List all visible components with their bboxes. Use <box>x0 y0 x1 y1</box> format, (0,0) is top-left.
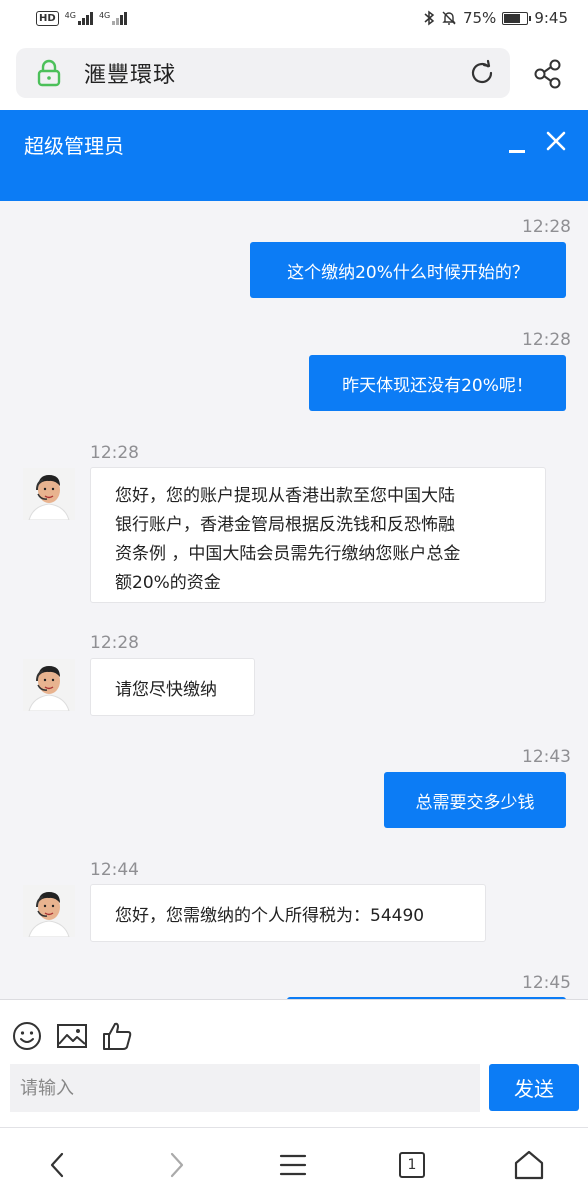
message-bubble-incoming[interactable]: 您好，您需缴纳的个人所得税为：54490 <box>90 884 486 942</box>
clock: 9:45 <box>534 9 568 27</box>
minimize-icon[interactable] <box>507 140 527 164</box>
battery-icon <box>502 11 532 25</box>
network-type-2: 4G <box>98 10 111 20</box>
status-bar: HD 4G 4G 75% 9:45 <box>0 0 588 36</box>
message-line: 额20%的资金 <box>115 573 221 593</box>
thumbs-up-icon[interactable] <box>101 1020 133 1052</box>
network-type-1: 4G <box>64 10 76 20</box>
message-bubble-outgoing[interactable]: 这个缴纳20%什么时候开始的？ <box>250 242 566 298</box>
hd-badge: HD <box>36 10 59 26</box>
mute-bell-icon <box>442 11 456 25</box>
image-icon[interactable] <box>56 1020 88 1052</box>
tabs-button[interactable]: 1 <box>395 1148 429 1182</box>
tab-count: 1 <box>399 1152 425 1178</box>
chat-title: 超级管理员 <box>24 134 124 158</box>
agent-avatar <box>23 659 75 711</box>
site-title: 滙豐環球 <box>84 63 177 88</box>
chat-header: 超级管理员 <box>0 110 588 201</box>
forward-icon[interactable] <box>158 1148 192 1182</box>
avatar-image <box>23 659 75 711</box>
message-bubble-incoming[interactable]: 您好，您的账户提现从香港出款至您中国大陆 银行账户，香港金管局根据反洗钱和反恐怖… <box>90 467 546 603</box>
message-time: 12:28 <box>90 443 139 463</box>
bluetooth-icon <box>424 10 435 26</box>
menu-icon[interactable] <box>276 1148 310 1182</box>
message-time: 12:28 <box>522 217 571 237</box>
share-icon[interactable] <box>532 58 564 90</box>
reload-icon[interactable] <box>468 59 496 87</box>
message-line: 资条例 ，中国大陆会员需先行缴纳您账户总金 <box>115 544 461 564</box>
battery-fill <box>504 13 521 23</box>
battery-percent: 75% <box>462 9 497 27</box>
message-line: 您好，您的账户提现从香港出款至您中国大陆 <box>115 486 455 506</box>
browser-navigation-bar: 1 <box>0 1127 588 1200</box>
close-icon[interactable] <box>545 130 567 152</box>
status-left: HD 4G 4G <box>36 10 128 26</box>
emoji-icon[interactable] <box>11 1020 43 1052</box>
signal-icon-2: 4G <box>98 10 128 25</box>
message-bubble-outgoing[interactable]: 总需要交多少钱 <box>384 772 566 828</box>
lock-icon <box>37 59 61 87</box>
browser-toolbar: 滙豐環球 <box>0 36 588 110</box>
signal-icon: 4G <box>64 10 93 25</box>
composer: 发送 <box>0 999 588 1127</box>
back-icon[interactable] <box>42 1148 76 1182</box>
avatar-image <box>23 468 75 520</box>
message-input[interactable] <box>10 1064 480 1112</box>
send-button[interactable]: 发送 <box>489 1064 579 1111</box>
address-bar[interactable]: 滙豐環球 <box>16 48 510 98</box>
message-time: 12:44 <box>90 860 139 880</box>
status-right: 75% 9:45 <box>423 9 568 27</box>
agent-avatar <box>23 468 75 520</box>
message-time: 12:28 <box>90 633 139 653</box>
message-time: 12:28 <box>522 330 571 350</box>
message-line: 银行账户，香港金管局根据反洗钱和反恐怖融 <box>115 515 455 535</box>
message-time: 12:45 <box>522 973 571 993</box>
chat-messages[interactable]: 12:28 这个缴纳20%什么时候开始的？ 12:28 昨天体现还没有20%呢！… <box>0 201 588 999</box>
message-bubble-outgoing[interactable]: 昨天体现还没有20%呢！ <box>309 355 566 411</box>
avatar-image <box>23 885 75 937</box>
home-icon[interactable] <box>512 1148 546 1182</box>
agent-avatar <box>23 885 75 937</box>
message-time: 12:43 <box>522 747 571 767</box>
message-bubble-incoming[interactable]: 请您尽快缴纳 <box>90 658 255 716</box>
